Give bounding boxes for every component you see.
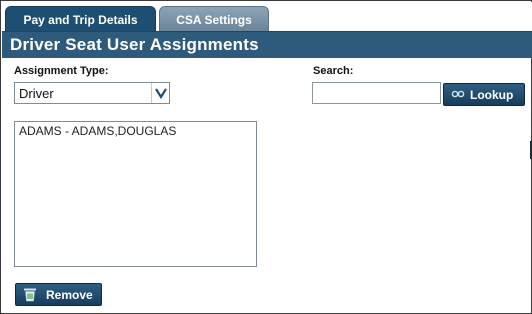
section-header: Driver Seat User Assignments: [2, 31, 532, 58]
window-frame: Pay and Trip Details CSA Settings Driver…: [0, 0, 532, 314]
lookup-button-label: Lookup: [470, 87, 514, 102]
trash-icon: [22, 287, 38, 303]
tab-label: CSA Settings: [176, 12, 252, 27]
tab-csa-settings[interactable]: CSA Settings: [159, 6, 269, 32]
tab-bar: Pay and Trip Details CSA Settings: [2, 2, 532, 32]
lookup-button[interactable]: Lookup: [443, 83, 525, 106]
tab-label: Pay and Trip Details: [23, 12, 138, 27]
assignment-type-select[interactable]: Driver: [14, 82, 170, 104]
assignment-type-value: Driver: [19, 86, 54, 101]
remove-button-label: Remove: [46, 287, 93, 302]
search-icon: [450, 87, 466, 103]
section-title: Driver Seat User Assignments: [10, 35, 259, 54]
search-label: Search:: [313, 65, 354, 77]
search-input[interactable]: [312, 82, 441, 104]
list-item[interactable]: ADAMS - ADAMS,DOUGLAS: [15, 122, 256, 138]
chevron-down-icon[interactable]: [151, 83, 169, 103]
remove-button[interactable]: Remove: [15, 283, 102, 306]
assignment-list[interactable]: ADAMS - ADAMS,DOUGLAS: [14, 121, 257, 267]
assignment-type-label: Assignment Type:: [14, 65, 109, 77]
tab-pay-and-trip-details[interactable]: Pay and Trip Details: [5, 6, 156, 32]
